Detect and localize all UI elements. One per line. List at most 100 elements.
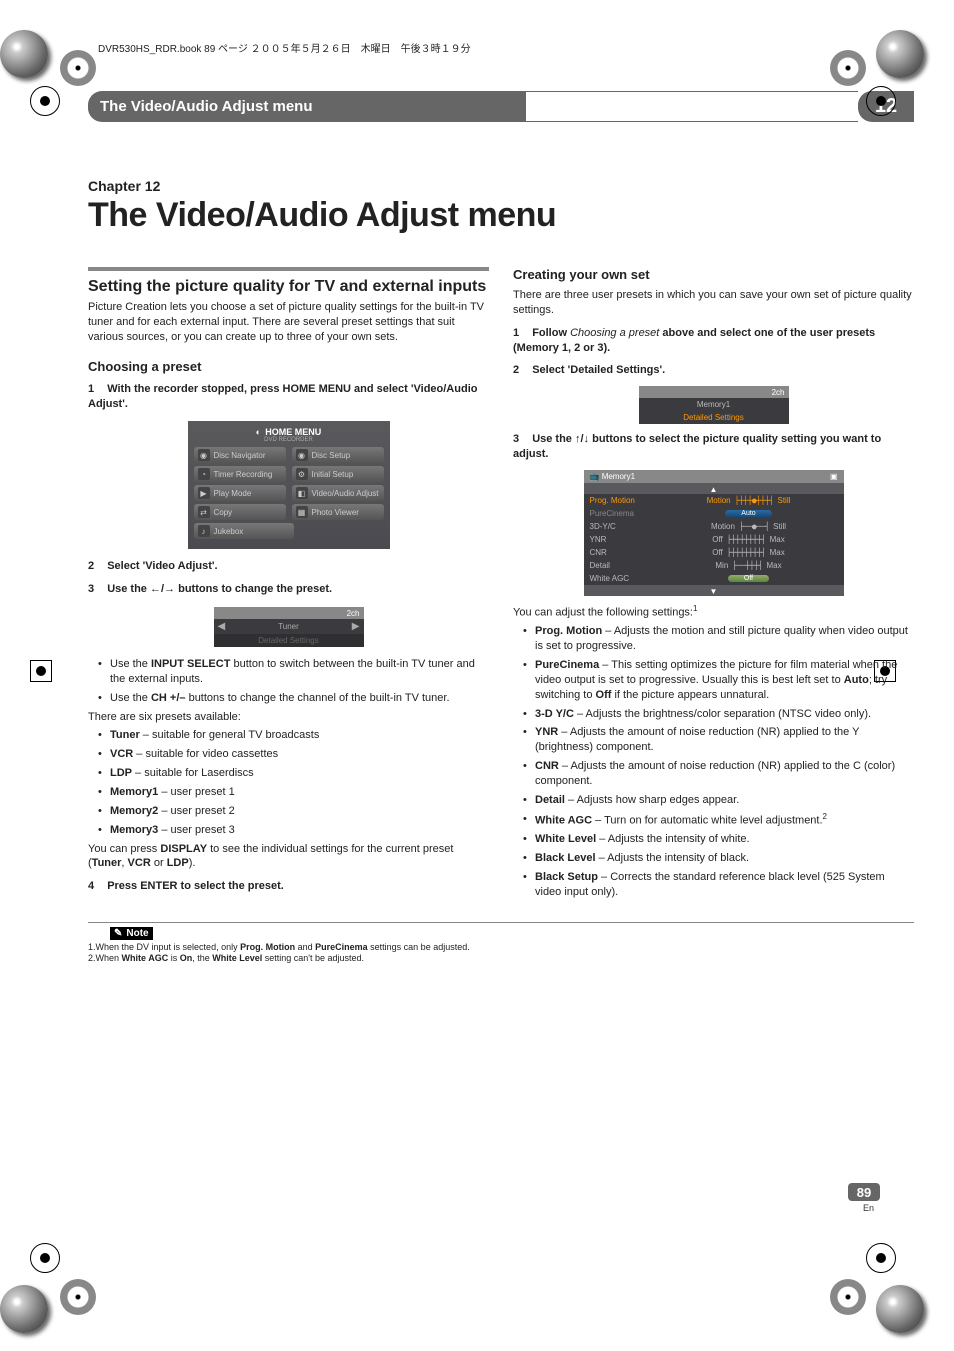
b: CNR	[535, 760, 559, 772]
adjust-icon: ◧	[296, 487, 308, 499]
step-text: With the recorder stopped, press	[107, 383, 282, 395]
btn: Off	[728, 575, 769, 582]
t: – user preset 3	[158, 824, 234, 836]
slider-icon: ├┼┼┼┼┼┼┼┤	[727, 548, 766, 557]
header-bar: The Video/Audio Adjust menu 12	[88, 91, 914, 122]
step-num: 3	[513, 433, 519, 445]
b: Black Setup	[535, 871, 598, 883]
b4: LDP	[167, 857, 189, 869]
b: Detail	[535, 794, 565, 806]
channels-label: 2ch	[347, 609, 360, 618]
step-text-a: Use the	[107, 583, 150, 595]
reg-mark-tr	[866, 86, 896, 116]
reg-mark-bl	[30, 1243, 60, 1273]
t2: is	[168, 953, 180, 963]
corner-ball-tl	[0, 30, 48, 78]
header-gap	[526, 91, 858, 122]
footnote-1: 1.When the DV input is selected, only Pr…	[88, 942, 914, 954]
step-3-own-set: 3 Use the ↑/↓ buttons to select the pict…	[513, 432, 914, 462]
menu-photo-viewer: ▦Photo Viewer	[292, 504, 384, 520]
disc-setup-icon: ◉	[296, 449, 308, 461]
btn: Auto	[725, 510, 771, 517]
reg-mark-br	[866, 1243, 896, 1273]
t5: ).	[189, 857, 196, 869]
clock-icon: ◔	[198, 468, 210, 480]
row-ynr: YNROff├┼┼┼┼┼┼┼┤Max	[584, 533, 844, 546]
arrow-down-icon: ▼	[584, 585, 844, 596]
t: Use the	[110, 658, 151, 670]
item-3dyc: 3-D Y/C – Adjusts the brightness/color s…	[523, 707, 914, 722]
t: Use the	[532, 433, 575, 445]
item-white-level: White Level – Adjusts the intensity of w…	[523, 832, 914, 847]
t3: , the	[192, 953, 212, 963]
step-num: 1	[88, 383, 94, 395]
menu-jukebox: ♪Jukebox	[194, 523, 294, 539]
reg-dot-tr	[830, 50, 866, 86]
subsection-creating-own-set: Creating your own set	[513, 267, 914, 282]
preset-vcr: VCR – suitable for video cassettes	[98, 747, 489, 762]
preset-memory2: Memory2 – user preset 2	[98, 804, 489, 819]
step-4-choosing-preset: 4 Press ENTER to select the preset.	[88, 879, 489, 894]
preset-value: Tuner	[225, 622, 352, 631]
r: Max	[770, 548, 785, 557]
row-prog-motion: Prog. MotionMotion├┼┼┼●┼┼┼┤Still	[584, 494, 844, 507]
reg-dot-bl	[60, 1279, 96, 1315]
panel-title: Memory1	[602, 472, 635, 481]
pencil-icon: ✎	[114, 928, 122, 939]
photo-icon: ▦	[296, 506, 308, 518]
b: 3-D Y/C	[535, 708, 574, 720]
row-cnr: CNROff├┼┼┼┼┼┼┼┤Max	[584, 546, 844, 559]
chapter-label: Chapter 12	[88, 178, 914, 194]
step-2-choosing-preset: 2 Select 'Video Adjust'.	[88, 559, 489, 574]
l: Motion	[711, 522, 735, 531]
reg-dot-tl	[60, 50, 96, 86]
memory-preset-ui: 2ch Memory1 Detailed Settings	[639, 386, 789, 424]
menu-disc-navigator: ◉Disc Navigator	[194, 447, 286, 463]
b: VCR	[110, 748, 133, 760]
menu-disc-setup: ◉ Disc Setup	[292, 447, 384, 463]
lab: YNR	[590, 535, 660, 544]
t: – Turn on for automatic white level adju…	[592, 814, 823, 826]
home-menu-title-text: HOME MENU	[265, 427, 321, 437]
lab: Detail	[590, 561, 660, 570]
globe-icon: ◐	[256, 427, 261, 437]
menu-label: Copy	[214, 508, 233, 517]
menu-label: Initial Setup	[312, 470, 354, 479]
b: White AGC	[535, 814, 592, 826]
left-right-arrow-icon: ←/→	[150, 583, 175, 595]
lab: 3D-Y/C	[590, 522, 660, 531]
corner-ball-bl	[0, 1285, 48, 1333]
b: Tuner	[110, 729, 140, 741]
lab: White AGC	[590, 574, 660, 583]
row-white-agc: White AGC Off	[584, 572, 844, 585]
b2: On	[180, 953, 193, 963]
step-text: Select 'Video Adjust'.	[107, 560, 217, 572]
detailed-settings-selected: Detailed Settings	[639, 411, 789, 424]
t: – user preset 1	[158, 786, 234, 798]
step-1-own-set: 1 Follow Choosing a preset above and sel…	[513, 326, 914, 356]
home-menu-subtitle: DVD RECORDER	[194, 437, 384, 443]
preset-ldp: LDP – suitable for Laserdiscs	[98, 766, 489, 781]
t4: or	[151, 857, 167, 869]
b: DISPLAY	[160, 843, 207, 855]
t3: if the picture appears unnatural.	[611, 689, 769, 701]
slider-icon: ├┼┼┼┼┼┼┼┤	[727, 535, 766, 544]
r: Max	[770, 535, 785, 544]
preset-memory3: Memory3 – user preset 3	[98, 823, 489, 838]
footnote-ref: 1	[693, 604, 697, 613]
memory-detail-panel: 📺 Memory1▣ ▲ Prog. MotionMotion├┼┼┼●┼┼┼┤…	[584, 470, 844, 596]
t: – user preset 2	[158, 805, 234, 817]
menu-label: Disc Setup	[312, 451, 351, 460]
home-menu-title: ◐ HOME MENU	[194, 427, 384, 437]
home-menu-screenshot: ◐HOME MENU DVD RECORDER ◉Disc Navigator …	[188, 421, 390, 549]
preset-memory1: Memory1 – user preset 1	[98, 785, 489, 800]
b: Black Level	[535, 852, 596, 864]
b2: Auto	[844, 674, 869, 686]
arrow-left-icon: ◀	[218, 621, 226, 632]
menu-label: Jukebox	[214, 527, 244, 536]
detailed-settings-label: Detailed Settings	[218, 636, 360, 645]
menu-initial-setup: ⚙Initial Setup	[292, 466, 384, 482]
b: Memory1	[110, 786, 158, 798]
t2: and	[295, 942, 315, 952]
t: You can press	[88, 843, 160, 855]
